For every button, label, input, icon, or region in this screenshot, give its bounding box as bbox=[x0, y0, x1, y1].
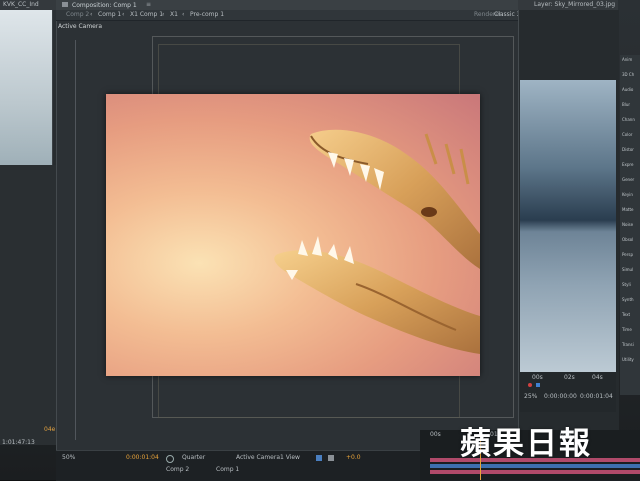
effect-category[interactable]: Styli bbox=[622, 282, 631, 287]
magnification-dropdown[interactable]: 50% bbox=[62, 455, 75, 461]
column-label: 04s bbox=[592, 374, 603, 381]
left-footage-thumbnail[interactable] bbox=[0, 10, 53, 165]
breadcrumb-item[interactable]: Comp 1 bbox=[98, 12, 121, 18]
viewer-tabbar: Composition: Comp 1 ≡ bbox=[56, 0, 518, 10]
effect-category[interactable]: Gener bbox=[622, 177, 634, 182]
camera-dropdown[interactable]: Active Camera bbox=[236, 455, 280, 461]
effect-category[interactable]: Distor bbox=[622, 147, 634, 152]
effect-category[interactable]: Keyin bbox=[622, 192, 633, 197]
effect-category[interactable]: Obsol bbox=[622, 237, 633, 242]
menu-icon[interactable]: ≡ bbox=[146, 1, 151, 8]
right-panel-tab-label: Layer: Sky_Mirrored_03.jpg bbox=[534, 1, 616, 8]
layer-timecode-a: 0:00:00:00 bbox=[544, 393, 577, 400]
layer-controls: 00s 02s 04s 25% 0:00:00:00 0:00:01:04 bbox=[520, 372, 616, 412]
effect-category[interactable]: Anim bbox=[622, 57, 632, 62]
effects-presets-list: Anim 3D Ch Audio Blur Chann Color Distor… bbox=[620, 55, 640, 395]
breadcrumb-item[interactable]: Comp 2 bbox=[66, 12, 89, 18]
effect-category[interactable]: Audio bbox=[622, 87, 633, 92]
effect-category[interactable]: Color bbox=[622, 132, 632, 137]
effect-category[interactable]: Time bbox=[622, 327, 632, 332]
effect-category[interactable]: Persp bbox=[622, 252, 633, 257]
right-panel-tab[interactable]: Layer: Sky_Mirrored_03.jpg bbox=[518, 0, 618, 10]
snapshot-icon[interactable] bbox=[166, 455, 174, 463]
column-label: 00s bbox=[532, 374, 543, 381]
breadcrumb: Comp 2 ‹ Comp 1 ‹ X1 Comp 1 ‹ X1 ‹ Pre-c… bbox=[56, 10, 525, 21]
fast-preview-icon[interactable] bbox=[316, 455, 322, 461]
ruler-guide bbox=[75, 40, 76, 440]
grid-icon[interactable] bbox=[328, 455, 334, 461]
effect-category[interactable]: Blur bbox=[622, 102, 630, 107]
views-dropdown[interactable]: 1 View bbox=[280, 455, 300, 461]
marker-icon[interactable] bbox=[536, 383, 540, 387]
left-timecode-2: 1:01:47:13 bbox=[2, 439, 35, 446]
viewer-tab-title[interactable]: Composition: Comp 1 bbox=[72, 2, 137, 9]
breadcrumb-item[interactable]: X1 Comp 1 bbox=[130, 12, 163, 18]
sky-mirrored-preview[interactable] bbox=[520, 80, 616, 372]
effect-category[interactable]: Transi bbox=[622, 342, 634, 347]
exposure-value[interactable]: +0.0 bbox=[346, 455, 361, 461]
dragon-heads-image bbox=[274, 129, 480, 354]
effect-category[interactable]: Simul bbox=[622, 267, 633, 272]
left-panel-tab-label: KVK_CC_Ind bbox=[3, 1, 39, 8]
effect-category[interactable]: Chann bbox=[622, 117, 635, 122]
left-panel-tab[interactable]: KVK_CC_Ind bbox=[0, 0, 56, 10]
record-icon[interactable] bbox=[528, 383, 532, 387]
effect-category[interactable]: Expre bbox=[622, 162, 633, 167]
footage-preview[interactable] bbox=[106, 94, 480, 376]
effect-category[interactable]: Noise bbox=[622, 222, 633, 227]
layer-bar[interactable] bbox=[430, 464, 640, 468]
effect-category[interactable]: Matte bbox=[622, 207, 634, 212]
effect-category[interactable]: Utility bbox=[622, 357, 634, 362]
breadcrumb-separator: ‹ bbox=[182, 11, 185, 18]
breadcrumb-separator: ‹ bbox=[90, 11, 93, 18]
effect-category[interactable]: Text bbox=[622, 312, 630, 317]
column-label: 02s bbox=[564, 374, 575, 381]
layer-zoom[interactable]: 25% bbox=[524, 394, 537, 400]
effect-category[interactable]: Synth bbox=[622, 297, 634, 302]
layer-timecode-b: 0:00:01:04 bbox=[580, 393, 613, 400]
view-label: Active Camera bbox=[58, 23, 103, 30]
left-panel: 04e 1:01:47:13 bbox=[0, 165, 56, 446]
composition-icon bbox=[62, 2, 68, 7]
time-marker: 00s bbox=[430, 431, 441, 438]
resolution-dropdown[interactable]: Quarter bbox=[182, 455, 205, 461]
timeline-tab[interactable]: Comp 1 bbox=[216, 467, 239, 473]
breadcrumb-separator: ‹ bbox=[122, 11, 125, 18]
breadcrumb-item[interactable]: X1 bbox=[170, 12, 178, 18]
layer-bar[interactable] bbox=[430, 470, 640, 474]
breadcrumb-item[interactable]: Pre-comp 1 bbox=[190, 12, 224, 18]
effect-category[interactable]: 3D Ch bbox=[622, 72, 634, 77]
current-time-display[interactable]: 0:00:01:04 bbox=[126, 455, 159, 461]
left-timecode-1: 04e bbox=[44, 426, 56, 433]
timeline-tab-2[interactable]: Comp 2 bbox=[166, 467, 189, 473]
breadcrumb-separator: ‹ bbox=[162, 11, 165, 18]
newspaper-watermark: 蘋果日報 bbox=[460, 426, 592, 462]
